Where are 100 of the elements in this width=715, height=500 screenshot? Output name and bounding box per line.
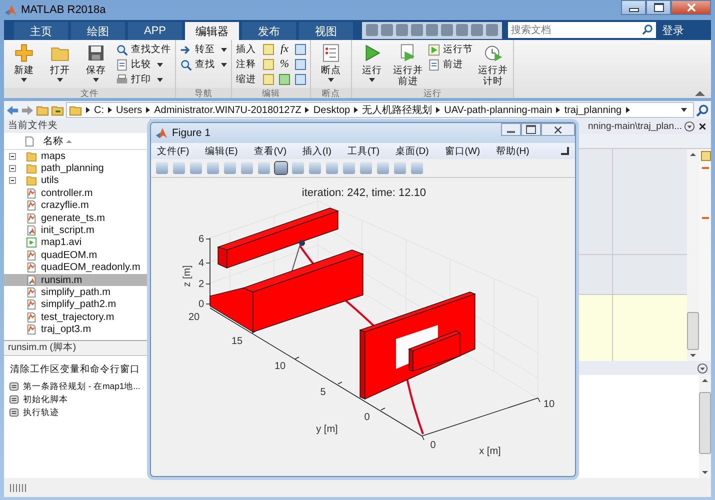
close-button[interactable] <box>541 123 575 136</box>
path-crumb[interactable]: Desktop <box>313 104 350 116</box>
minimize-button[interactable] <box>621 0 646 15</box>
toolbar-icon[interactable] <box>343 162 355 174</box>
login-link[interactable]: 登录 <box>662 22 684 38</box>
symbol-button[interactable]: fx <box>279 43 290 55</box>
toolbar-icon[interactable] <box>426 24 438 36</box>
file-row[interactable]: quadEOM.m <box>4 249 150 262</box>
close-icon[interactable] <box>697 121 708 132</box>
toolbar-icon[interactable] <box>241 162 253 174</box>
ribbon-button[interactable]: 新建 <box>8 43 40 88</box>
ribbon-button[interactable]: 转至 <box>180 43 227 56</box>
back-icon[interactable] <box>6 104 19 116</box>
ribbon-button[interactable]: 插入 <box>236 42 258 56</box>
ribbon-button[interactable]: 运行 <box>356 43 388 88</box>
toolbar-icon[interactable] <box>411 162 423 174</box>
ribbon-button[interactable]: 注释 <box>236 58 258 70</box>
menu-item[interactable]: 插入(I) <box>302 144 332 158</box>
minimize-button[interactable] <box>501 123 521 136</box>
menu-item[interactable]: 帮助(H) <box>496 144 530 158</box>
toolbar-icon[interactable] <box>486 24 498 36</box>
file-row[interactable]: runsim.m <box>4 274 150 286</box>
toolbar-icon[interactable] <box>441 24 453 36</box>
menu-item[interactable]: 工具(T) <box>347 144 380 158</box>
dropdown-icon[interactable] <box>697 362 708 374</box>
file-row[interactable]: path_planning <box>4 162 150 175</box>
path-crumb[interactable]: 无人机路径规划 <box>362 103 432 117</box>
menu-item[interactable]: 编辑(E) <box>205 144 238 158</box>
ribbon-button[interactable]: 比较 <box>116 58 171 71</box>
toolbar-icon[interactable] <box>366 24 378 36</box>
search-icon[interactable] <box>696 104 709 116</box>
toolbar-icon[interactable] <box>275 162 287 174</box>
ribbon-button[interactable]: 前进 <box>428 58 473 71</box>
file-row[interactable]: controller.m <box>4 187 150 200</box>
file-row[interactable]: maps <box>4 150 150 162</box>
edit-icon[interactable] <box>295 58 306 70</box>
folder-icon[interactable] <box>36 104 49 116</box>
ribbon-tab[interactable]: APP <box>128 22 182 40</box>
menu-item[interactable]: 桌面(D) <box>396 144 429 158</box>
maximize-button[interactable] <box>521 123 541 136</box>
path-crumb[interactable]: C: <box>94 104 104 116</box>
forward-icon[interactable] <box>21 104 34 116</box>
file-row[interactable]: map1.avi <box>4 236 150 250</box>
toolbar-icon[interactable] <box>207 162 219 174</box>
collapse-icon[interactable] <box>695 91 705 96</box>
file-row[interactable]: crazyflie.m <box>4 200 150 212</box>
ribbon-button[interactable]: 打开 <box>44 43 76 88</box>
menu-item[interactable]: 窗口(W) <box>444 144 480 158</box>
ribbon-tab[interactable]: 主页 <box>14 22 68 40</box>
toolbar-icon[interactable] <box>173 162 185 174</box>
symbol-button[interactable]: % <box>279 58 290 70</box>
section-link[interactable]: 第一条路径规划 - 在map1地... <box>4 380 150 393</box>
toolbar-icon[interactable] <box>396 24 408 36</box>
ribbon-tab[interactable]: 编辑器 <box>185 22 239 40</box>
toolbar-icon[interactable] <box>224 162 236 174</box>
address-bar[interactable]: C: Users Administrator.WIN7U-20180127Z Desktop 无人机路径规划 UAV-path-planning-main traj_planning <box>66 102 694 118</box>
toolbar-icon[interactable] <box>156 162 168 174</box>
editor-tab[interactable]: nning-main\traj_plan... <box>588 121 682 132</box>
ribbon-button[interactable]: 查找 <box>180 58 227 71</box>
edit-icon[interactable] <box>263 74 274 84</box>
file-row[interactable]: simplify_path.m <box>4 286 150 299</box>
edit-icon[interactable] <box>263 58 274 70</box>
column-header[interactable]: 名称 <box>43 134 72 148</box>
caret-icon[interactable] <box>681 108 687 112</box>
dropdown-icon[interactable] <box>684 121 695 132</box>
menu-item[interactable]: 查看(V) <box>254 144 286 158</box>
section-link[interactable]: 初始化脚本 <box>4 393 150 406</box>
scrollbar[interactable] <box>687 149 699 361</box>
path-crumb[interactable]: traj_planning <box>564 104 622 116</box>
toolbar-icon[interactable] <box>377 162 389 174</box>
indent-icon[interactable] <box>279 74 290 84</box>
toolbar-icon[interactable] <box>394 162 406 174</box>
path-crumb[interactable]: UAV-path-planning-main <box>444 104 552 116</box>
path-crumb[interactable]: Administrator.WIN7U-20180127Z <box>154 104 302 116</box>
toolbar-icon[interactable] <box>411 24 423 36</box>
toolbar-icon[interactable] <box>326 162 338 174</box>
toolbar-icon[interactable] <box>309 162 321 174</box>
ribbon-button[interactable]: 查找文件 <box>116 43 171 56</box>
ribbon-tab[interactable]: 绘图 <box>71 22 125 40</box>
toolbar-icon[interactable] <box>471 24 483 36</box>
file-row[interactable]: simplify_path2.m <box>4 298 150 312</box>
file-row[interactable]: test_trajectory.m <box>4 311 150 324</box>
file-row[interactable]: quadEOM_readonly.m <box>4 262 150 274</box>
search-icon[interactable] <box>642 24 653 35</box>
toolbar-icon[interactable] <box>456 24 468 36</box>
ribbon-tab[interactable]: 发布 <box>242 22 296 40</box>
ribbon-button[interactable]: 运行并前进 <box>392 43 424 88</box>
edit-icon[interactable] <box>263 44 274 54</box>
ribbon-button[interactable]: 运行节 <box>428 43 473 56</box>
edit-icon[interactable] <box>295 44 306 54</box>
toolbar-icon[interactable] <box>381 24 393 36</box>
folder-icon[interactable] <box>51 104 64 116</box>
menu-item[interactable]: 文件(F) <box>157 144 190 158</box>
file-row[interactable]: traj_opt3.m <box>4 323 150 336</box>
file-row[interactable]: utils <box>4 174 150 188</box>
dock-icon[interactable] <box>561 147 569 155</box>
file-row[interactable]: init_script.m <box>4 224 150 237</box>
close-button[interactable] <box>671 0 711 15</box>
path-crumb[interactable]: Users <box>116 104 142 116</box>
file-row[interactable]: generate_ts.m <box>4 212 150 224</box>
